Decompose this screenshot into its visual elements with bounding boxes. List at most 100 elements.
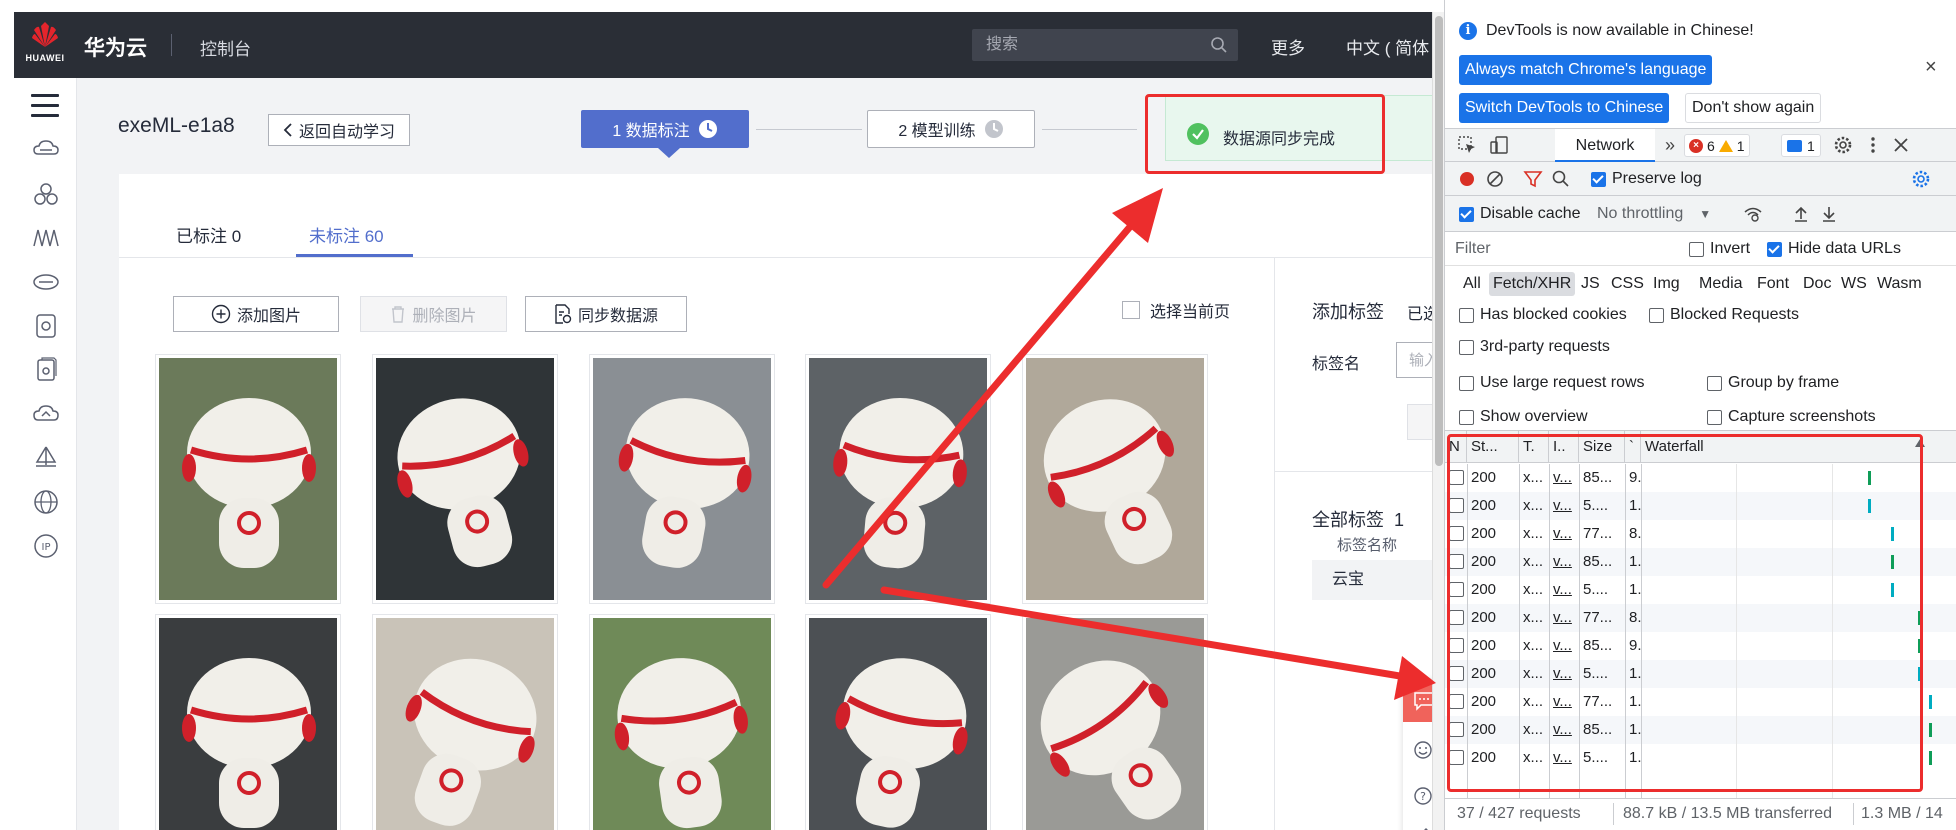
add-image-button[interactable]: 添加图片: [173, 296, 339, 332]
large-rows-toggle[interactable]: Use large request rows: [1459, 374, 1645, 392]
ai-network-icon[interactable]: [32, 224, 60, 252]
match-language-button[interactable]: Always match Chrome's language: [1459, 55, 1713, 85]
brand-name[interactable]: 华为云: [84, 32, 147, 62]
group-by-frame-checkbox[interactable]: [1707, 375, 1722, 391]
filter-funnel-icon[interactable]: [1523, 169, 1543, 189]
invert-checkbox[interactable]: [1689, 241, 1704, 257]
close-devtools-icon[interactable]: [1891, 135, 1911, 155]
image-thumbnail[interactable]: [155, 614, 341, 830]
back-to-autolearn-button[interactable]: 返回自动学习: [268, 114, 410, 146]
has-blocked-cookies-toggle[interactable]: Has blocked cookies: [1459, 306, 1627, 324]
console-link[interactable]: 控制台: [200, 35, 251, 60]
image-thumbnail[interactable]: [589, 614, 775, 830]
image-thumbnail[interactable]: [805, 614, 991, 830]
image-thumbnail[interactable]: [1022, 614, 1208, 830]
waterfall-bar[interactable]: [1929, 751, 1932, 765]
preserve-log-checkbox[interactable]: [1591, 171, 1606, 187]
large-rows-checkbox[interactable]: [1459, 375, 1474, 391]
sync-datasource-button[interactable]: 同步数据源: [525, 296, 687, 332]
device-toolbar-icon[interactable]: [1489, 135, 1509, 155]
image-thumbnail[interactable]: [805, 354, 991, 604]
waterfall-bar[interactable]: [1929, 695, 1932, 709]
type-filter-ws[interactable]: WS: [1837, 272, 1871, 296]
throttling-select[interactable]: No throttling ▼: [1597, 205, 1711, 223]
image-thumbnail[interactable]: [372, 614, 558, 830]
capture-screenshots-toggle[interactable]: Capture screenshots: [1707, 408, 1876, 426]
shield-doc-icon[interactable]: [32, 356, 60, 384]
step-data-labeling[interactable]: 1 数据标注: [581, 110, 749, 148]
clear-icon[interactable]: [1485, 169, 1505, 189]
kebab-menu-icon[interactable]: [1863, 135, 1883, 155]
import-har-icon[interactable]: [1791, 204, 1811, 224]
hide-data-urls-checkbox[interactable]: [1767, 241, 1782, 257]
switch-to-chinese-button[interactable]: Switch DevTools to Chinese: [1459, 93, 1670, 123]
type-filter-font[interactable]: Font: [1753, 272, 1793, 296]
messages-counter[interactable]: 1: [1781, 134, 1821, 157]
has-blocked-cookies-checkbox[interactable]: [1459, 307, 1474, 323]
network-settings-icon[interactable]: [1911, 169, 1931, 189]
dont-show-again-button[interactable]: Don't show again: [1685, 93, 1822, 123]
select-page-checkbox[interactable]: [1122, 301, 1140, 319]
disable-cache-checkbox[interactable]: [1459, 206, 1474, 222]
search-input[interactable]: [972, 29, 1202, 61]
type-filter-js[interactable]: JS: [1577, 272, 1604, 296]
type-filter-wasm[interactable]: Wasm: [1873, 272, 1926, 296]
wifi-settings-icon[interactable]: [1743, 204, 1763, 224]
type-filter-fetch-xhr[interactable]: Fetch/XHR: [1489, 272, 1576, 296]
select-current-page[interactable]: 选择当前页: [1122, 298, 1230, 322]
more-tabs-icon[interactable]: »: [1665, 135, 1675, 156]
show-overview-toggle[interactable]: Show overview: [1459, 408, 1588, 426]
group-by-frame-toggle[interactable]: Group by frame: [1707, 374, 1839, 392]
language-switch[interactable]: 中文 ( 简体: [1346, 34, 1429, 59]
blocked-requests-checkbox[interactable]: [1649, 307, 1664, 323]
ip-icon[interactable]: IP: [32, 532, 60, 560]
sailboat-icon[interactable]: [32, 444, 60, 472]
third-party-toggle[interactable]: 3rd-party requests: [1459, 338, 1610, 356]
hide-data-urls-toggle[interactable]: Hide data URLs: [1767, 240, 1901, 258]
cloud-monitor-icon[interactable]: [32, 400, 60, 428]
huawei-logo[interactable]: HUAWEI: [24, 22, 66, 68]
image-thumbnail[interactable]: [372, 354, 558, 604]
image-thumbnail[interactable]: [155, 354, 341, 604]
step-model-training[interactable]: 2 模型训练: [867, 110, 1035, 148]
edit-icon[interactable]: [1413, 826, 1433, 830]
tab-unlabeled[interactable]: 未标注 60: [309, 222, 384, 247]
issues-counter[interactable]: × 6 1: [1684, 134, 1750, 157]
filter-input[interactable]: [1455, 236, 1625, 262]
tag-row[interactable]: 云宝: [1312, 560, 1444, 600]
page-scrollbar[interactable]: [1432, 12, 1444, 830]
close-banner-icon[interactable]: ×: [1925, 56, 1937, 79]
storage-icon[interactable]: [32, 268, 60, 296]
cluster-icon[interactable]: [32, 180, 60, 208]
preserve-log-toggle[interactable]: Preserve log: [1591, 170, 1702, 188]
show-overview-checkbox[interactable]: [1459, 409, 1474, 425]
help-icon[interactable]: ?: [1413, 786, 1433, 806]
settings-gear-icon[interactable]: [1833, 135, 1853, 155]
search-icon[interactable]: [1551, 169, 1571, 189]
blocked-requests-toggle[interactable]: Blocked Requests: [1649, 306, 1799, 324]
type-filter-all[interactable]: All: [1459, 272, 1485, 296]
image-thumbnail[interactable]: [1022, 354, 1208, 604]
type-filter-doc[interactable]: Doc: [1799, 272, 1835, 296]
more-menu[interactable]: 更多: [1271, 34, 1305, 59]
third-party-checkbox[interactable]: [1459, 339, 1474, 355]
tab-labeled[interactable]: 已标注 0: [176, 222, 241, 247]
delete-image-button[interactable]: 删除图片: [360, 296, 507, 332]
scrollbar-thumb[interactable]: [1435, 16, 1443, 466]
inspect-element-icon[interactable]: [1457, 135, 1477, 155]
disable-cache-toggle[interactable]: Disable cache: [1459, 205, 1581, 223]
type-filter-img[interactable]: Img: [1649, 272, 1684, 296]
export-har-icon[interactable]: [1819, 204, 1839, 224]
cloud-server-icon[interactable]: [32, 136, 60, 164]
globe-icon[interactable]: [32, 488, 60, 516]
capture-screenshots-checkbox[interactable]: [1707, 409, 1722, 425]
record-icon[interactable]: [1457, 169, 1477, 189]
waterfall-bar[interactable]: [1929, 723, 1932, 737]
invert-toggle[interactable]: Invert: [1689, 240, 1750, 258]
database-icon[interactable]: [32, 312, 60, 340]
image-thumbnail[interactable]: [589, 354, 775, 604]
search-icon[interactable]: [1210, 36, 1228, 54]
menu-icon[interactable]: [31, 94, 59, 118]
tab-network[interactable]: Network: [1555, 129, 1655, 162]
smiley-icon[interactable]: [1413, 740, 1433, 760]
